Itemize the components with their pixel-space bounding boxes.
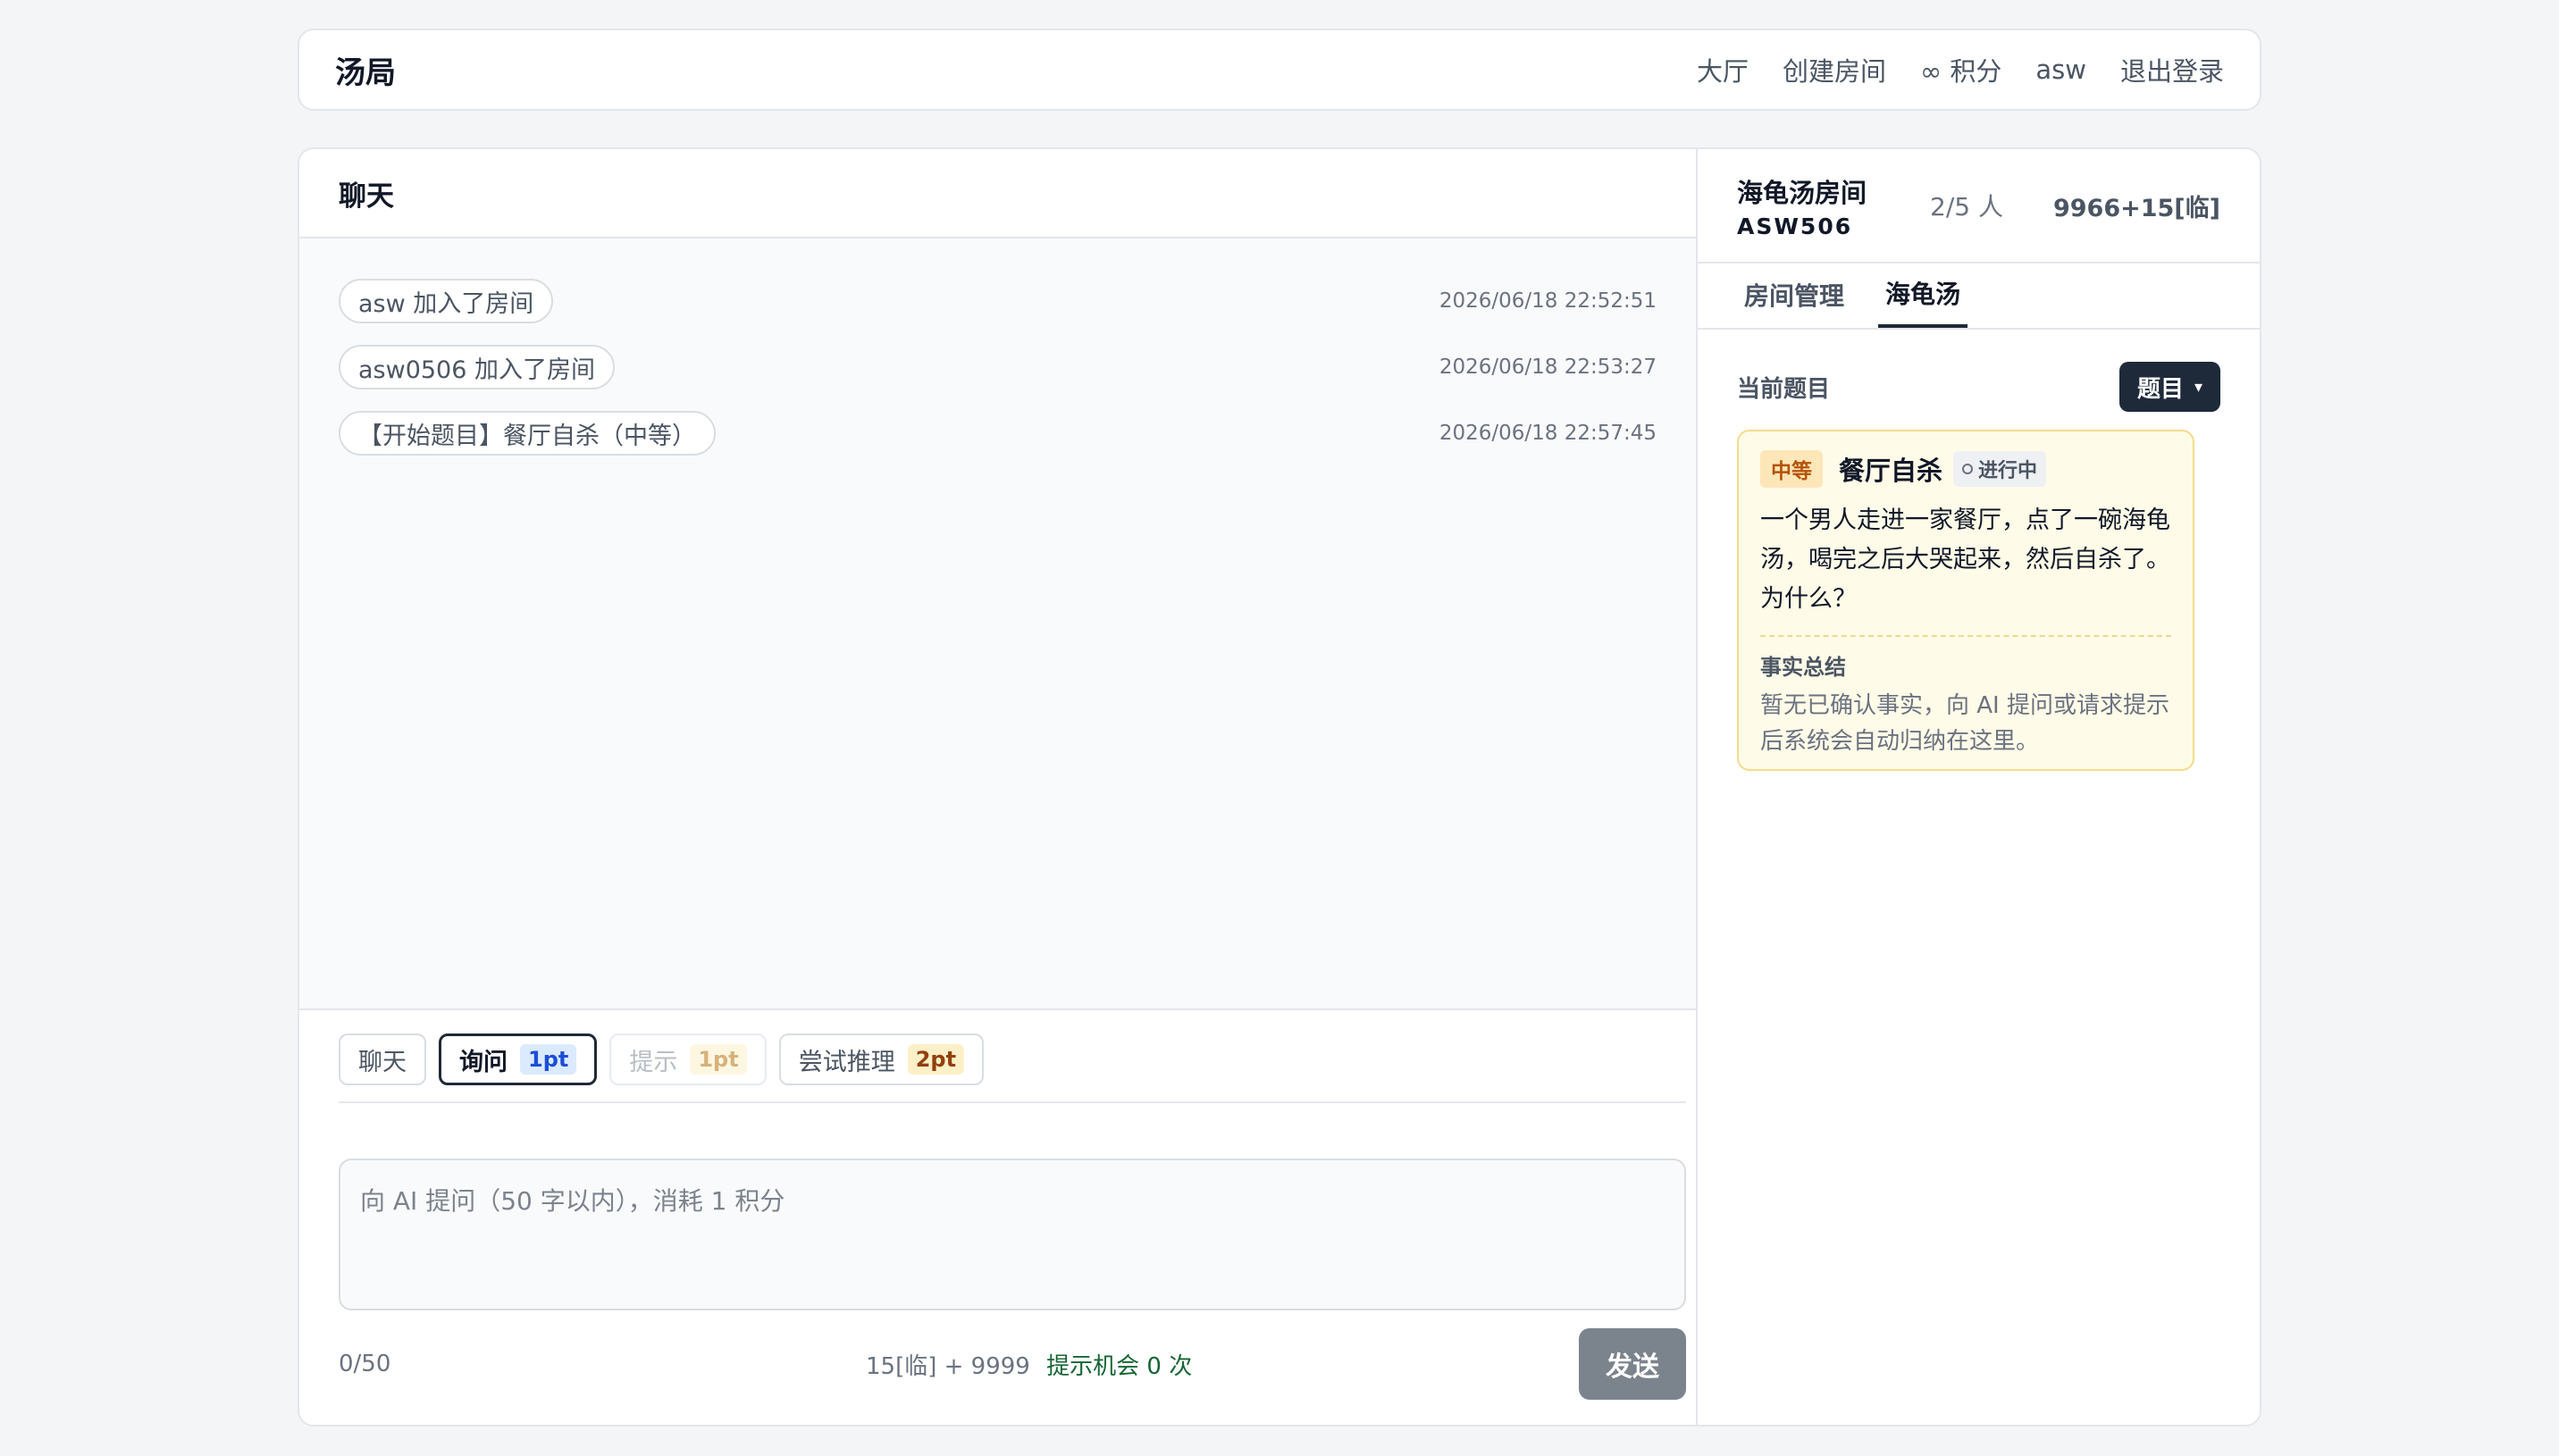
composer-footer: 0/50 15[临] + 9999 提示机会 0 次 发送: [339, 1328, 1686, 1400]
status-badge: 进行中: [1953, 451, 2047, 487]
puzzle-card-header: 中等 餐厅自杀 进行中: [1760, 450, 2171, 488]
nav-user[interactable]: asw: [2035, 54, 2086, 85]
difficulty-badge: 中等: [1760, 450, 1823, 488]
circle-outline-icon: [1962, 464, 1974, 474]
mode-deduce-button[interactable]: 尝试推理 2pt: [778, 1033, 985, 1085]
message-timestamp: 2026/06/18 22:52:51: [1439, 289, 1657, 313]
cost-badge: 1pt: [690, 1044, 747, 1075]
chat-message: 【开始题目】餐厅自杀（中等） 2026/06/18 22:57:45: [339, 410, 1657, 456]
send-button[interactable]: 发送: [1579, 1328, 1686, 1400]
tab-turtle-soup[interactable]: 海龟汤: [1878, 262, 1968, 328]
brand-logo[interactable]: 汤局: [335, 48, 396, 92]
room-code: ASW506: [1737, 213, 1853, 239]
nav-logout[interactable]: 退出登录: [2120, 51, 2224, 88]
hint-chance-text: 提示机会 0 次: [1046, 1352, 1193, 1380]
points-balance: 15[临] + 9999 提示机会 0 次: [866, 1348, 1192, 1381]
cost-badge: 1pt: [520, 1044, 577, 1075]
room-panel: 聊天 asw 加入了房间 2026/06/18 22:52:51 asw0506…: [298, 147, 2261, 1427]
main-nav: 大厅 创建房间 ∞ 积分 asw 退出登录: [1697, 51, 2224, 88]
cost-badge: 2pt: [907, 1044, 965, 1075]
current-puzzle-label: 当前题目: [1737, 375, 1831, 403]
mode-label: 提示: [629, 1048, 678, 1076]
chat-message: asw 加入了房间 2026/06/18 22:52:51: [339, 278, 1657, 324]
top-navbar: 汤局 大厅 创建房间 ∞ 积分 asw 退出登录: [298, 29, 2261, 111]
room-tabs: 房间管理 海龟汤: [1698, 264, 2260, 330]
status-text: 进行中: [1978, 460, 2038, 482]
mode-label: 询问: [459, 1048, 508, 1076]
mode-selector: 聊天 询问 1pt 提示 1pt 尝试推理 2pt: [339, 1010, 1686, 1103]
puzzle-card: 中等 餐厅自杀 进行中 一个男人走进一家餐厅，点了一碗海龟汤，喝完之后大哭起来，…: [1737, 430, 2194, 771]
system-message-text: asw0506 加入了房间: [339, 345, 615, 389]
puzzle-row: 当前题目 题目 ▾: [1737, 362, 2220, 412]
tab-room-manage[interactable]: 房间管理: [1737, 262, 1851, 328]
facts-summary: 暂无已确认事实，向 AI 提问或请求提示后系统会自动归纳在这里。: [1760, 692, 2169, 755]
room-points: 9966+15[临]: [2052, 194, 2220, 222]
mode-hint-button[interactable]: 提示 1pt: [609, 1033, 767, 1085]
message-timestamp: 2026/06/18 22:57:45: [1439, 422, 1657, 445]
chat-panel: 聊天 asw 加入了房间 2026/06/18 22:52:51 asw0506…: [299, 149, 1698, 1425]
mode-ask-button[interactable]: 询问 1pt: [439, 1033, 598, 1085]
char-counter: 0/50: [339, 1351, 391, 1377]
chat-message: asw0506 加入了房间 2026/06/18 22:53:27: [339, 344, 1657, 390]
topic-button-label: 题目: [2136, 375, 2184, 403]
system-message-text: asw 加入了房间: [339, 279, 554, 323]
mode-label: 聊天: [358, 1048, 407, 1076]
puzzle-description: 一个男人走进一家餐厅，点了一碗海龟汤，喝完之后大哭起来，然后自杀了。为什么？: [1760, 506, 2170, 613]
topic-dropdown-button[interactable]: 题目 ▾: [2119, 362, 2220, 412]
chat-messages[interactable]: asw 加入了房间 2026/06/18 22:52:51 asw0506 加入…: [299, 238, 1696, 1010]
balance-value: 15[临] + 9999: [866, 1352, 1030, 1380]
caret-down-icon: ▾: [2194, 377, 2202, 397]
puzzle-title: 餐厅自杀: [1839, 456, 1943, 486]
system-message-text: 【开始题目】餐厅自杀（中等）: [339, 411, 716, 456]
room-title-block: 海龟汤房间 ASW506: [1737, 172, 1916, 239]
card-divider: [1760, 635, 2171, 637]
room-player-count: 2/5 人: [1930, 192, 2003, 222]
question-input[interactable]: [339, 1159, 1686, 1310]
room-name: 海龟汤房间: [1737, 177, 1867, 208]
room-header: 海龟汤房间 ASW506 2/5 人 9966+15[临]: [1698, 149, 2260, 264]
nav-create-room[interactable]: 创建房间: [1783, 51, 1886, 88]
chat-title: 聊天: [299, 149, 1696, 238]
nav-points[interactable]: ∞ 积分: [1920, 51, 2001, 88]
message-timestamp: 2026/06/18 22:53:27: [1439, 356, 1657, 379]
mode-chat-button[interactable]: 聊天: [339, 1033, 426, 1085]
puzzle-section: 当前题目 题目 ▾ 中等 餐厅自杀 进行中 一个男人走进一家餐厅，点了一碗海龟汤…: [1698, 330, 2260, 771]
composer: 聊天 询问 1pt 提示 1pt 尝试推理 2pt 0/50: [339, 1010, 1686, 1425]
mode-label: 尝试推理: [798, 1048, 895, 1076]
nav-lobby[interactable]: 大厅: [1697, 51, 1749, 88]
room-sidebar: 海龟汤房间 ASW506 2/5 人 9966+15[临] 房间管理 海龟汤 当…: [1698, 149, 2260, 1425]
facts-title: 事实总结: [1760, 655, 1846, 680]
